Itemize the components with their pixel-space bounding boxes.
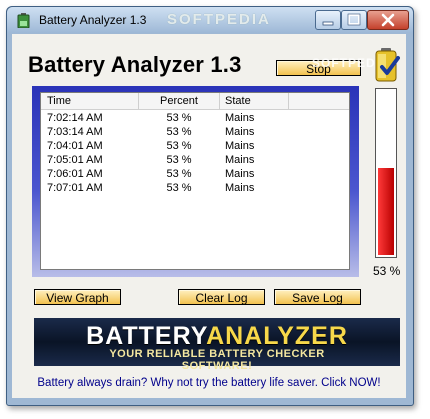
column-header-percent[interactable]: Percent — [139, 93, 220, 109]
log-row[interactable]: 7:05:01 AM 53 % Mains — [41, 153, 349, 167]
log-row[interactable]: 7:02:14 AM 53 % Mains — [41, 111, 349, 125]
app-title: Battery Analyzer 1.3 — [28, 52, 242, 77]
battery-check-icon — [375, 48, 400, 82]
log-panel: Time Percent State 7:02:14 AM 53 % Mains… — [32, 86, 359, 277]
log-cell-time: 7:06:01 AM — [47, 168, 103, 180]
log-cell-percent: 53 % — [166, 168, 192, 180]
log-cell-time: 7:03:14 AM — [47, 126, 103, 138]
log-cell-state: Mains — [225, 154, 255, 166]
battery-app-icon — [17, 13, 30, 28]
log-cell-time: 7:05:01 AM — [47, 154, 103, 166]
window-title: Battery Analyzer 1.3 — [39, 13, 147, 27]
promo-banner[interactable]: BATTERYANALYZER YOUR RELIABLE BATTERY CH… — [34, 318, 400, 372]
clear-log-button[interactable]: Clear Log — [178, 289, 265, 305]
log-cell-time: 7:07:01 AM — [47, 182, 103, 194]
battery-level-fill — [378, 168, 394, 255]
log-cell-time: 7:04:01 AM — [47, 140, 103, 152]
maximize-icon — [347, 13, 361, 26]
log-cell-percent: 53 % — [166, 154, 192, 166]
log-cell-percent: 53 % — [166, 182, 192, 194]
log-cell-state: Mains — [225, 182, 255, 194]
minimize-button[interactable] — [315, 10, 341, 30]
promo-link[interactable]: Battery always drain? Why not try the ba… — [12, 377, 406, 389]
log-cell-percent: 53 % — [166, 126, 192, 138]
column-header-time[interactable]: Time — [41, 93, 139, 109]
save-log-button[interactable]: Save Log — [274, 289, 361, 305]
banner-title-analyzer: ANALYZER — [206, 322, 348, 350]
log-cell-state: Mains — [225, 140, 255, 152]
app-window: Battery Analyzer 1.3 SOFTPEDIA Battery A… — [6, 6, 414, 406]
log-row[interactable]: 7:03:14 AM 53 % Mains — [41, 125, 349, 139]
banner-title: BATTERYANALYZER — [34, 322, 400, 351]
log-cell-percent: 53 % — [166, 140, 192, 152]
log-row[interactable]: 7:04:01 AM 53 % Mains — [41, 139, 349, 153]
banner-subtitle: YOUR RELIABLE BATTERY CHECKER SOFTWARE! — [109, 348, 325, 372]
close-button[interactable] — [367, 10, 409, 30]
log-cell-state: Mains — [225, 168, 255, 180]
banner-title-battery: BATTERY — [86, 322, 207, 350]
minimize-icon — [322, 21, 334, 26]
battery-level-text: 53 % — [373, 264, 401, 278]
log-cell-state: Mains — [225, 126, 255, 138]
log-row[interactable]: 7:07:01 AM 53 % Mains — [41, 181, 349, 195]
close-icon — [381, 13, 395, 27]
watermark-text: SOFTPEDIA — [167, 11, 271, 28]
maximize-button[interactable] — [341, 10, 367, 30]
view-graph-button[interactable]: View Graph — [34, 289, 121, 305]
title-bar[interactable]: Battery Analyzer 1.3 SOFTPEDIA — [7, 7, 413, 33]
log-cell-time: 7:02:14 AM — [47, 112, 103, 124]
log-row[interactable]: 7:06:01 AM 53 % Mains — [41, 167, 349, 181]
log-rows: 7:02:14 AM 53 % Mains 7:03:14 AM 53 % Ma… — [41, 111, 349, 195]
log-cell-percent: 53 % — [166, 112, 192, 124]
log-header: Time Percent State — [41, 93, 349, 110]
log-cell-state: Mains — [225, 112, 255, 124]
battery-level-bar — [375, 88, 397, 258]
column-header-state[interactable]: State — [219, 93, 289, 109]
client-area: Battery Analyzer 1.3 Stop SOFTPEDIA Time… — [12, 34, 406, 398]
log-list[interactable]: Time Percent State 7:02:14 AM 53 % Mains… — [40, 92, 350, 270]
